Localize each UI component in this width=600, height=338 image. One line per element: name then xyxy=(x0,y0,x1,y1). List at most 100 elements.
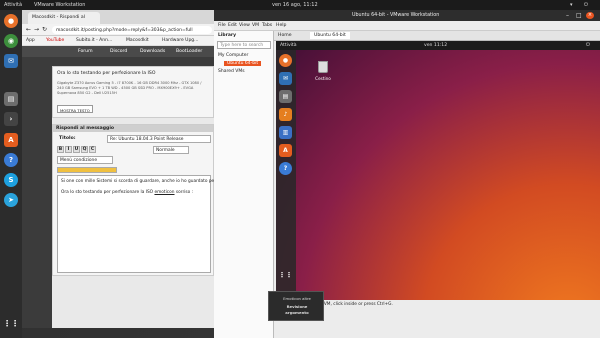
forum-page: Ora lo sto testando per perfezionare la … xyxy=(52,66,220,328)
close-icon[interactable]: × xyxy=(586,12,594,19)
telegram-icon[interactable]: ➤ xyxy=(4,193,18,207)
minimize-icon[interactable]: – xyxy=(566,12,569,19)
maximize-icon[interactable]: □ xyxy=(576,12,582,19)
format-toolbar: B I U Q C xyxy=(57,146,157,154)
menu-edit[interactable]: Edit xyxy=(228,23,237,28)
browser-window: Macosdkit - Rispondi al ← → ↻ macosdkit.… xyxy=(22,10,220,328)
chrome-icon[interactable]: ◉ xyxy=(4,34,18,48)
message-line-2: Ora lo sto testando per perfezionare la … xyxy=(61,190,193,195)
title-input[interactable]: Re: Ubuntu 18.04.3 Point Release xyxy=(107,135,211,143)
help-icon[interactable]: ? xyxy=(4,153,18,167)
nav-bootloader[interactable]: BootLoader xyxy=(176,49,202,54)
library-panel: Library Type here to search My Computer … xyxy=(214,31,274,338)
message-line-2-text: Ora lo sto testando per perfezionare la … xyxy=(61,190,154,195)
bold-button[interactable]: B xyxy=(57,146,64,153)
bookmark-hardware-upgrade[interactable]: Hardware Upg... xyxy=(162,38,198,43)
italic-button[interactable]: I xyxy=(65,146,72,153)
bookmark-apps[interactable]: App xyxy=(26,38,35,43)
trash-desktop-icon[interactable]: Cestino xyxy=(312,61,334,87)
appstore-icon[interactable]: A xyxy=(4,133,18,147)
reload-icon[interactable]: ↻ xyxy=(42,26,47,33)
skype-icon[interactable]: S xyxy=(4,173,18,187)
message-line-2-tail: sorriso : xyxy=(175,190,194,195)
site-nav-bar: Forum Discord Downloads BootLoader xyxy=(22,46,214,57)
popup-line-3: argomento xyxy=(285,310,309,315)
library-shared-vms[interactable]: Shared VMs xyxy=(218,69,245,74)
library-label: Library xyxy=(218,33,237,38)
tab-ubuntu-vm[interactable]: Ubuntu 64-bit xyxy=(310,32,350,39)
forward-icon[interactable]: → xyxy=(34,26,39,33)
show-text-button[interactable]: MOSTRA TESTO xyxy=(57,105,93,113)
trash-label: Cestino xyxy=(315,76,331,81)
mail-icon[interactable]: ✉ xyxy=(4,54,18,68)
guest-top-bar: Attività ven 11:12 ⏻ xyxy=(276,41,600,50)
bookmark-macosdkit[interactable]: Macosdkit xyxy=(126,38,149,43)
font-select[interactable]: Menù condizione xyxy=(57,156,113,164)
bookmark-youtube[interactable]: YouTube xyxy=(46,38,64,43)
library-search-input[interactable]: Type here to search xyxy=(217,41,271,49)
guest-appstore-icon[interactable]: A xyxy=(279,144,292,157)
guest-music-icon[interactable]: ♪ xyxy=(279,108,292,121)
browser-tab-bar: Macosdkit - Rispondi al xyxy=(22,10,214,24)
menu-view[interactable]: View xyxy=(239,23,250,28)
clock[interactable]: ven 16 ago, 11:12 xyxy=(272,2,318,8)
guest-desktop[interactable]: Attività ven 11:12 ⏻ ● ✉ ▤ ♪ ▥ A ? ⋮⋮ Ce… xyxy=(276,41,600,300)
guest-firefox-icon[interactable]: ● xyxy=(279,54,292,67)
files-icon[interactable]: ▤ xyxy=(4,92,18,106)
tab-home[interactable]: Home xyxy=(278,33,292,38)
library-my-computer[interactable]: My Computer xyxy=(218,53,248,58)
show-text-label: MOSTRA TESTO xyxy=(60,107,90,113)
bookmarks-bar: App YouTube Subito.it - Ann... Macosdkit… xyxy=(22,36,214,46)
url-bar-row: ← → ↻ macosdkit.it/posting.php?mode=repl… xyxy=(22,24,214,36)
app-menu[interactable]: VMware Workstation xyxy=(34,2,85,8)
terminal-icon[interactable]: › xyxy=(4,112,18,126)
power-icon[interactable]: ⏻ xyxy=(584,2,588,8)
quote-button[interactable]: Q xyxy=(81,146,88,153)
menu-file[interactable]: File xyxy=(218,23,226,28)
back-icon[interactable]: ← xyxy=(26,26,31,33)
menu-help[interactable]: Help xyxy=(276,23,286,28)
nav-forum[interactable]: Forum xyxy=(78,49,93,54)
underline-button[interactable]: U xyxy=(73,146,80,153)
guest-dock: ● ✉ ▤ ♪ ▥ A ? ⋮⋮ xyxy=(276,50,296,300)
vm-tab-bar: Home Ubuntu 64-bit xyxy=(274,31,600,41)
quoted-post: Ora lo sto testando per perfezionare la … xyxy=(52,66,214,118)
code-button[interactable]: C xyxy=(89,146,96,153)
guest-activities[interactable]: Attività xyxy=(280,43,297,48)
host-top-bar: Attività VMware Workstation ven 16 ago, … xyxy=(0,0,600,10)
guest-apps-grid-icon[interactable]: ⋮⋮ xyxy=(279,268,293,281)
vmware-title-bar: Ubuntu 64-bit - VMware Workstation – □ × xyxy=(214,10,600,21)
font-size-select[interactable]: Normale xyxy=(153,146,189,154)
popup-line-2: Revisione xyxy=(286,304,308,309)
activities-button[interactable]: Attività xyxy=(4,2,22,8)
library-ubuntu-vm[interactable]: Ubuntu 64-bit xyxy=(224,61,262,66)
trash-icon xyxy=(318,61,328,73)
guest-document-icon[interactable]: ▥ xyxy=(279,126,292,139)
menu-vm[interactable]: VM xyxy=(252,23,259,28)
vmware-menu-bar: File Edit View VM Tabs Help xyxy=(214,21,600,31)
nav-downloads[interactable]: Downloads xyxy=(140,49,165,54)
guest-clock[interactable]: ven 11:12 xyxy=(424,43,447,48)
notification-popup[interactable]: Emoticon altre Revisione argomento xyxy=(268,291,324,321)
host-dock: ● ◉ ✉ ▤ › A ? S ➤ ⋮⋮ xyxy=(0,10,22,338)
post-text: Ora lo sto testando per perfezionare la … xyxy=(57,71,156,76)
guest-files-icon[interactable]: ▤ xyxy=(279,90,292,103)
url-input[interactable]: macosdkit.it/posting.php?mode=reply&f=30… xyxy=(52,26,212,34)
reply-form: Rispondi al messaggio Titolo: Re: Ubuntu… xyxy=(52,124,220,276)
browser-tab[interactable]: Macosdkit - Rispondi al xyxy=(28,12,100,24)
bookmark-subito[interactable]: Subito.it - Ann... xyxy=(76,38,112,43)
menu-tabs[interactable]: Tabs xyxy=(262,23,272,28)
emoticon-toolbar[interactable] xyxy=(57,167,117,173)
guest-mail-icon[interactable]: ✉ xyxy=(279,72,292,85)
tab-title: Macosdkit - Rispondi al xyxy=(32,15,85,20)
nav-discord[interactable]: Discord xyxy=(110,49,127,54)
guest-help-icon[interactable]: ? xyxy=(279,162,292,175)
popup-line-1: Emoticon altre xyxy=(283,296,311,301)
guest-power-icon[interactable]: ⏻ xyxy=(586,42,590,48)
message-textarea[interactable]: Si one con mille Sistemi si scorda di gu… xyxy=(57,175,220,273)
message-emoticon-label: emoticon xyxy=(154,190,175,195)
firefox-icon[interactable]: ● xyxy=(4,14,18,28)
apps-grid-icon[interactable]: ⋮⋮ xyxy=(3,316,19,330)
vmware-title: Ubuntu 64-bit - VMware Workstation xyxy=(352,13,440,18)
network-icon[interactable]: ▾ xyxy=(570,2,573,8)
